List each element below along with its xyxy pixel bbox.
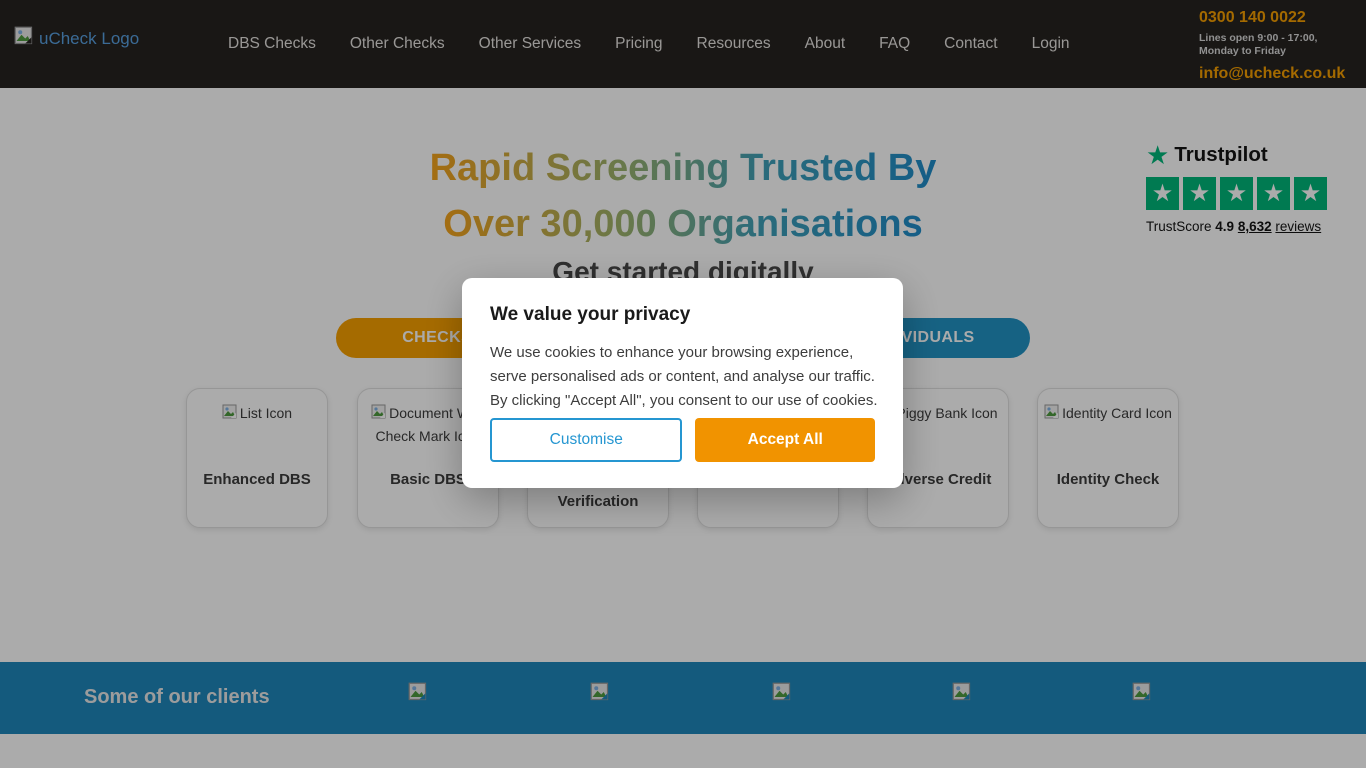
cookie-dialog-title: We value your privacy <box>490 304 875 326</box>
accept-all-button[interactable]: Accept All <box>695 418 875 462</box>
cookie-consent-dialog: We value your privacy We use cookies to … <box>462 278 903 488</box>
customise-button[interactable]: Customise <box>490 418 682 462</box>
cookie-dialog-buttons: Customise Accept All <box>490 418 875 462</box>
cookie-dialog-body: We use cookies to enhance your browsing … <box>490 341 880 413</box>
